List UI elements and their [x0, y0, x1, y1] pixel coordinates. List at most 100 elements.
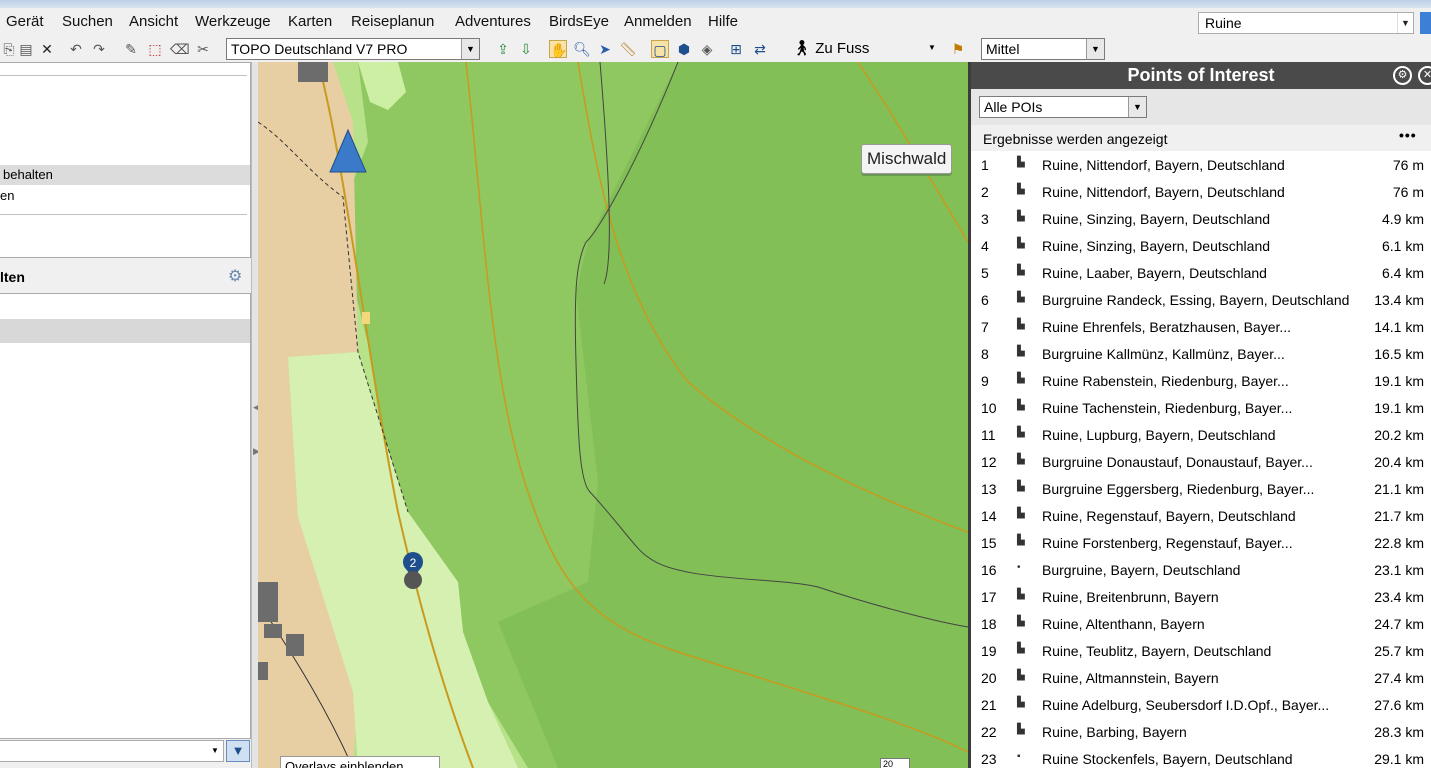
menu-geraet[interactable]: Gerät [6, 13, 44, 30]
poi-result-name: Ruine, Regenstauf, Bayern, Deutschland [1042, 508, 1296, 524]
zoom-tool-icon[interactable]: 🔍︎ [573, 40, 591, 58]
poi-result-row[interactable]: 17 ▙ Ruine, Breitenbrunn, Bayern 23.4 km [971, 583, 1431, 610]
sync-icon[interactable]: ⇄ [751, 40, 769, 58]
poi-result-row[interactable]: 10 ▙ Ruine Tachenstein, Riedenburg, Bayer.… [971, 394, 1431, 421]
poi-result-row[interactable]: 12 ▙ Burgruine Donaustauf, Donaustauf, Bay… [971, 448, 1431, 475]
poi-result-row[interactable]: 11 ▙ Ruine, Lupburg, Bayern, Deutschland 20… [971, 421, 1431, 448]
poi-result-distance: 23.1 km [1374, 562, 1424, 578]
poi-category-select[interactable]: Alle POIs ▼ [979, 96, 1147, 118]
copy-icon[interactable]: ⎘ [0, 40, 18, 58]
poi-result-row[interactable]: 18 ▙ Ruine, Altenthann, Bayern 24.7 km [971, 610, 1431, 637]
menu-birdseye[interactable]: BirdsEye [549, 13, 609, 30]
poi-result-row[interactable]: 23 ▪ Ruine Stockenfels, Bayern, Deutschlan… [971, 745, 1431, 768]
menu-werkzeuge[interactable]: Werkzeuge [195, 13, 271, 30]
hand-tool-icon[interactable]: ✋ [549, 40, 567, 58]
poi-result-row[interactable]: 2 ▙ Ruine, Nittendorf, Bayern, Deutschland… [971, 178, 1431, 205]
scissors-icon[interactable]: ✂ [194, 40, 212, 58]
ruin-poi-marker[interactable] [404, 571, 422, 589]
close-icon[interactable]: ✕ [1418, 66, 1431, 85]
route-tool-icon[interactable]: ⚑ [949, 40, 967, 58]
menu-ansicht[interactable]: Ansicht [129, 13, 178, 30]
tree-item[interactable]: en [0, 188, 14, 203]
map-view-3d-icon[interactable]: ⬢ [675, 40, 693, 58]
redo-icon[interactable]: ↷ [90, 40, 108, 58]
poi-result-row[interactable]: 16 • Burgruine, Bayern, Deutschland 23.1 km [971, 556, 1431, 583]
map-view[interactable]: 2 Mischwald Overlays einblenden 20 [258, 62, 968, 768]
poi-result-number: 8 [981, 346, 989, 362]
ruin-icon: ▙ [1017, 454, 1025, 465]
list-filter-select[interactable]: ▼ [0, 740, 224, 762]
poi-result-row[interactable]: 20 ▙ Ruine, Altmannstein, Bayern 27.4 km [971, 664, 1431, 691]
poi-result-row[interactable]: 15 ▙ Ruine Forstenberg, Regenstauf, Bayer.… [971, 529, 1431, 556]
menu-adventures[interactable]: Adventures [455, 13, 531, 30]
poi-result-row[interactable]: 14 ▙ Ruine, Regenstauf, Bayern, Deutschlan… [971, 502, 1431, 529]
ruin-icon: ▙ [1017, 616, 1025, 627]
poi-result-row[interactable]: 22 ▙ Ruine, Barbing, Bayern 28.3 km [971, 718, 1431, 745]
map-feature-label[interactable]: Mischwald [861, 144, 953, 174]
layers-icon[interactable]: ◈ [698, 40, 716, 58]
activity-select[interactable]: 🚶︎ Zu Fuss ▼ [792, 39, 936, 57]
menu-karten[interactable]: Karten [288, 13, 332, 30]
delete-icon[interactable]: ✕ [38, 40, 56, 58]
poi-result-number: 23 [981, 751, 997, 767]
ruin-icon: ▙ [1017, 211, 1025, 222]
poi-result-distance: 22.8 km [1374, 535, 1424, 551]
map-product-select[interactable]: TOPO Deutschland V7 PRO ▼ [226, 38, 480, 60]
poi-result-distance: 4.9 km [1381, 211, 1424, 227]
ruin-icon: ▙ [1017, 265, 1025, 276]
poi-result-row[interactable]: 5 ▙ Ruine, Laaber, Bayern, Deutschland 6.4 … [971, 259, 1431, 286]
poi-result-number: 3 [981, 211, 989, 227]
undo-icon[interactable]: ↶ [67, 40, 85, 58]
poi-result-name: Ruine, Sinzing, Bayern, Deutschland [1042, 238, 1271, 254]
poi-result-row[interactable]: 21 ▙ Ruine Adelburg, Seubersdorf I.D.Opf.,… [971, 691, 1431, 718]
receive-from-device-icon[interactable]: ⇩ [517, 40, 535, 58]
poi-result-row[interactable]: 1 ▙ Ruine, Nittendorf, Bayern, Deutschland… [971, 151, 1431, 178]
ruin-icon: ▙ [1017, 535, 1025, 546]
poi-result-distance: 16.5 km [1374, 346, 1424, 362]
pointer-tool-icon[interactable]: ➤ [596, 40, 614, 58]
poi-result-distance: 19.1 km [1374, 400, 1424, 416]
more-options-icon[interactable]: ••• [1399, 127, 1417, 143]
left-pane: behalten en lten ⚙ ▼ ▼ ◀ ▶ [0, 62, 260, 768]
poi-result-row[interactable]: 9 ▙ Ruine Rabenstein, Riedenburg, Bayer...… [971, 367, 1431, 394]
gear-icon[interactable]: ⚙ [1393, 66, 1412, 85]
list-item-selected[interactable] [0, 319, 250, 343]
poi-result-row[interactable]: 19 ▙ Ruine, Teublitz, Bayern, Deutschland 2… [971, 637, 1431, 664]
paste-icon[interactable]: ▤ [17, 40, 35, 58]
poi-result-row[interactable]: 13 ▙ Burgruine Eggersberg, Riedenburg, Bay… [971, 475, 1431, 502]
dot-icon: • [1017, 562, 1021, 573]
menu-anmelden[interactable]: Anmelden [624, 13, 692, 30]
poi-result-number: 17 [981, 589, 997, 605]
filter-icon[interactable]: ▼ [226, 740, 250, 762]
edit-icon[interactable]: ✎ [122, 40, 140, 58]
search-dropdown-icon[interactable]: ▼ [1397, 13, 1413, 33]
map-view-2d-icon[interactable]: ▢ [651, 40, 669, 58]
pane-splitter[interactable]: ◀ ▶ [251, 62, 260, 768]
menu-hilfe[interactable]: Hilfe [708, 13, 738, 30]
fit-view-icon[interactable]: ⊞ [727, 40, 745, 58]
poi-result-row[interactable]: 3 ▙ Ruine, Sinzing, Bayern, Deutschland 4.9… [971, 205, 1431, 232]
poi-result-number: 20 [981, 670, 997, 686]
gear-icon[interactable]: ⚙ [228, 266, 242, 286]
poi-result-row[interactable]: 6 ▙ Burgruine Randeck, Essing, Bayern, Deu… [971, 286, 1431, 313]
poi-result-distance: 13.4 km [1374, 292, 1424, 308]
poi-result-row[interactable]: 8 ▙ Burgruine Kallmünz, Kallmünz, Bayer...… [971, 340, 1431, 367]
poi-result-number: 19 [981, 643, 997, 659]
tree-item-selected[interactable]: behalten [0, 165, 250, 185]
poi-result-number: 5 [981, 265, 989, 281]
search-button[interactable] [1420, 12, 1431, 34]
poi-result-number: 12 [981, 454, 997, 470]
send-to-device-icon[interactable]: ⇪ [494, 40, 512, 58]
poi-result-row[interactable]: 7 ▙ Ruine Ehrenfels, Beratzhausen, Bayer..… [971, 313, 1431, 340]
measure-tool-icon[interactable]: 📏︎ [619, 40, 637, 58]
overlay-select[interactable]: Overlays einblenden [280, 756, 440, 768]
search-input[interactable]: Ruine ▼ [1198, 12, 1414, 34]
menu-reiseplanung[interactable]: Reiseplanung [351, 13, 435, 30]
ruin-icon: ▙ [1017, 724, 1025, 735]
menu-suchen[interactable]: Suchen [62, 13, 113, 30]
eraser-icon[interactable]: ⌫ [170, 40, 190, 58]
select-region-icon[interactable]: ⬚ [146, 40, 164, 58]
poi-result-number: 16 [981, 562, 997, 578]
poi-result-row[interactable]: 4 ▙ Ruine, Sinzing, Bayern, Deutschland 6.1… [971, 232, 1431, 259]
detail-level-select[interactable]: Mittel ▼ [981, 38, 1105, 60]
